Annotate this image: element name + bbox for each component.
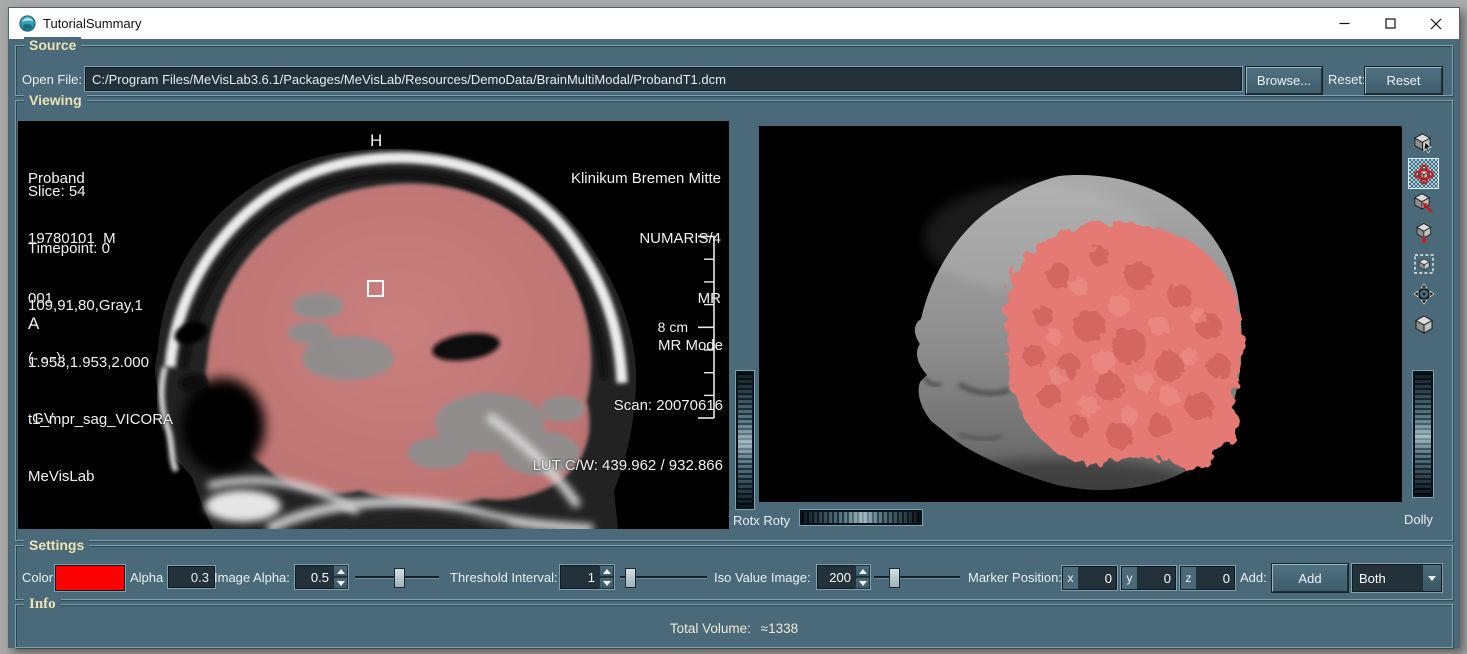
triangle-up-icon bbox=[859, 569, 867, 574]
iso-spin-up[interactable] bbox=[855, 565, 870, 577]
group-info: Info Total Volume: ≈1338 bbox=[15, 604, 1453, 648]
reset-button[interactable]: Reset bbox=[1365, 67, 1442, 94]
viewing-group-title: Viewing bbox=[24, 92, 87, 109]
toolbar-seek-button[interactable] bbox=[1408, 278, 1439, 309]
title-bar[interactable]: TutorialSummary bbox=[9, 8, 1459, 40]
cursor-marker bbox=[367, 280, 384, 297]
slice-info-overlay: Slice: 54 Timepoint: 0 109,91,80,Gray,1 … bbox=[28, 144, 173, 524]
group-viewing: Viewing bbox=[15, 100, 1453, 541]
dolly-thumbwheel[interactable] bbox=[1412, 370, 1434, 498]
threshold-slider-handle[interactable] bbox=[625, 568, 636, 588]
iso-value-label: Iso Value Image: bbox=[714, 570, 811, 585]
triangle-down-icon bbox=[603, 581, 611, 586]
client-area: Source Open File: Browse... Reset: Reset… bbox=[9, 39, 1459, 647]
camera-cube-icon bbox=[1413, 313, 1435, 335]
marker-x-field[interactable]: x 0 bbox=[1062, 566, 1117, 590]
image-alpha-label: Image Alpha: bbox=[214, 570, 290, 585]
rot-thumbwheel[interactable] bbox=[799, 509, 923, 526]
set-home-cube-icon bbox=[1413, 223, 1435, 245]
iso-value-spinbox[interactable]: 200 bbox=[817, 565, 870, 589]
seek-crosshair-icon bbox=[1413, 283, 1435, 305]
image-alpha-slider[interactable] bbox=[355, 564, 439, 590]
threshold-spin-up[interactable] bbox=[599, 565, 614, 577]
toolbar-home-button[interactable] bbox=[1408, 188, 1439, 219]
toolbar-view-all-button[interactable] bbox=[1408, 248, 1439, 279]
close-button[interactable] bbox=[1413, 8, 1459, 39]
source-group-title: Source bbox=[24, 37, 81, 54]
triangle-down-icon bbox=[859, 581, 867, 586]
iso-value-slider-handle[interactable] bbox=[889, 568, 900, 588]
maximize-icon bbox=[1385, 18, 1396, 29]
image-alpha-spin-up[interactable] bbox=[333, 565, 348, 577]
minimize-icon bbox=[1339, 18, 1350, 29]
view-all-dashed-cube-icon bbox=[1413, 253, 1435, 275]
orientation-h-label: H bbox=[370, 131, 382, 151]
toolbar-pick-mode-button[interactable] bbox=[1408, 128, 1439, 159]
triangle-down-icon bbox=[337, 581, 345, 586]
window-title: TutorialSummary bbox=[43, 16, 141, 31]
iso-value-slider[interactable] bbox=[874, 564, 960, 590]
dolly-label: Dolly bbox=[1404, 512, 1433, 527]
threshold-label: Threshold Interval: bbox=[450, 570, 558, 585]
alpha-field[interactable]: 0.3 bbox=[168, 566, 215, 588]
iso-spin-down[interactable] bbox=[855, 577, 870, 589]
total-volume-label: Total Volume: bbox=[670, 621, 751, 636]
image-alpha-spinbox[interactable]: 0.5 bbox=[295, 565, 348, 589]
group-settings: Settings Color Alpha 0.3 Image Alpha: 0.… bbox=[15, 545, 1453, 600]
image-alpha-spin-down[interactable] bbox=[333, 577, 348, 589]
total-volume-row: Total Volume: ≈1338 bbox=[16, 621, 1452, 636]
scale-label: 8 cm bbox=[646, 317, 688, 337]
marker-z-field[interactable]: z 0 bbox=[1180, 566, 1235, 590]
browse-button[interactable]: Browse... bbox=[1246, 67, 1322, 94]
slice-thumbwheel[interactable] bbox=[735, 370, 755, 510]
alpha-label: Alpha bbox=[130, 570, 163, 585]
triangle-up-icon bbox=[337, 569, 345, 574]
threshold-spin-down[interactable] bbox=[599, 577, 614, 589]
threshold-slider[interactable] bbox=[620, 564, 707, 590]
open-file-label: Open File: bbox=[22, 72, 82, 87]
image-alpha-slider-handle[interactable] bbox=[394, 568, 405, 588]
minimize-button[interactable] bbox=[1321, 8, 1367, 39]
reset-label: Reset: bbox=[1328, 72, 1366, 87]
threshold-spinbox[interactable]: 1 bbox=[560, 565, 614, 589]
add-button[interactable]: Add bbox=[1272, 564, 1348, 592]
viewer-3d[interactable] bbox=[759, 126, 1402, 502]
toolbar-camera-type-button[interactable] bbox=[1408, 308, 1439, 339]
triangle-up-icon bbox=[603, 569, 611, 574]
group-source: Source Open File: Browse... Reset: Reset bbox=[15, 45, 1453, 96]
scale-ruler bbox=[694, 234, 718, 420]
marker-position-label: Marker Position: bbox=[968, 570, 1062, 585]
home-cube-icon bbox=[1413, 193, 1435, 215]
add-label: Add: bbox=[1240, 570, 1267, 585]
app-icon bbox=[19, 15, 36, 32]
marker-y-field[interactable]: y 0 bbox=[1121, 566, 1176, 590]
app-window: TutorialSummary Source Open File: Browse… bbox=[8, 7, 1460, 648]
total-volume-value: ≈1338 bbox=[761, 621, 798, 636]
toolbar-set-home-button[interactable] bbox=[1408, 218, 1439, 249]
settings-group-title: Settings bbox=[24, 537, 89, 554]
mode-dropdown[interactable]: Both bbox=[1352, 564, 1442, 592]
close-icon bbox=[1430, 18, 1442, 30]
viewer-2d[interactable]: Proband 19780101 M 001 (- - -): GV H Kli… bbox=[18, 121, 729, 529]
dropdown-button[interactable] bbox=[1422, 565, 1441, 591]
rotate-orbit-icon bbox=[1413, 163, 1435, 185]
info-group-title: Info bbox=[24, 596, 61, 613]
maximize-button[interactable] bbox=[1367, 8, 1413, 39]
color-swatch[interactable] bbox=[55, 565, 125, 591]
color-label: Color bbox=[22, 570, 53, 585]
open-file-input[interactable] bbox=[85, 67, 1242, 91]
toolbar-rotate-mode-button[interactable] bbox=[1408, 158, 1439, 189]
triangle-down-icon bbox=[1428, 576, 1436, 581]
rot-axes-label: Rotx Roty bbox=[733, 513, 790, 528]
pick-cursor-cube-icon bbox=[1413, 133, 1435, 155]
head-3d-render bbox=[759, 126, 1402, 502]
